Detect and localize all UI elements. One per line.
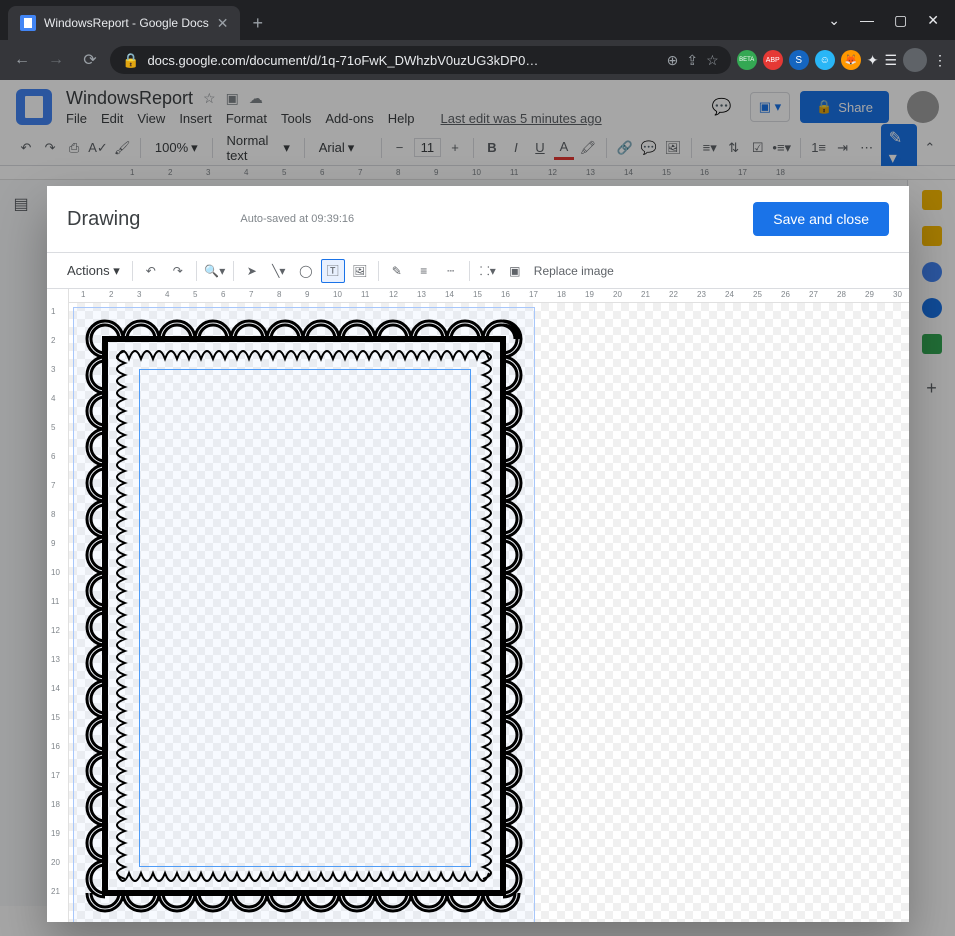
close-tab-icon[interactable]: ✕ — [217, 15, 229, 32]
image-tool-icon[interactable]: 🖼 — [348, 259, 372, 283]
beta-extension-icon[interactable]: BETA — [737, 50, 757, 70]
save-and-close-button[interactable]: Save and close — [753, 202, 889, 236]
redo-icon[interactable]: ↷ — [166, 259, 190, 283]
drawing-toolbar: Actions ▾ ↶ ↷ 🔍▾ ➤ ╲▾ ◯ 🅃 🖼 ✎ ≡ ┄ ⸬▾ ▣ R… — [47, 253, 909, 289]
new-tab-button[interactable]: + — [252, 13, 263, 34]
back-icon[interactable]: ← — [8, 46, 36, 74]
browser-nav-bar: ← → ⟳ 🔒 docs.google.com/document/d/1q-71… — [0, 40, 955, 80]
drawing-header: Drawing Auto-saved at 09:39:16 Save and … — [47, 186, 909, 253]
border-weight-icon[interactable]: ≡ — [412, 259, 436, 283]
abp-extension-icon[interactable]: ABP — [763, 50, 783, 70]
extension-bar: BETA ABP S ☺ 🦊 ✦ ☰ ⋮ — [737, 48, 947, 72]
line-tool-icon[interactable]: ╲▾ — [267, 259, 291, 283]
select-tool-icon[interactable]: ➤ — [240, 259, 264, 283]
textbox-tool-icon[interactable]: 🅃 — [321, 259, 345, 283]
zoom-icon[interactable]: ⊕ — [667, 52, 679, 69]
forward-icon[interactable]: → — [42, 46, 70, 74]
browser-tab[interactable]: WindowsReport - Google Docs ✕ — [8, 6, 240, 40]
canvas-horizontal-ruler[interactable]: 1234567891011121314151617181920212223242… — [69, 289, 909, 303]
share-page-icon[interactable]: ⇪ — [686, 52, 698, 69]
s-extension-icon[interactable]: S — [789, 50, 809, 70]
close-window-icon[interactable]: ✕ — [927, 12, 939, 29]
actions-menu[interactable]: Actions ▾ — [61, 260, 126, 282]
docs-favicon — [20, 15, 36, 31]
reading-list-icon[interactable]: ☰ — [884, 52, 897, 69]
maximize-icon[interactable]: ▢ — [894, 12, 907, 29]
url-bar[interactable]: 🔒 docs.google.com/document/d/1q-71oFwK_D… — [110, 46, 731, 74]
url-text: docs.google.com/document/d/1q-71oFwK_DWh… — [147, 53, 658, 68]
face-extension-icon[interactable]: ☺ — [815, 50, 835, 70]
replace-image-button[interactable]: Replace image — [534, 264, 614, 278]
window-controls: ⌄ — ▢ ✕ — [828, 12, 955, 29]
profile-avatar[interactable] — [903, 48, 927, 72]
chevron-down-icon[interactable]: ⌄ — [828, 12, 840, 29]
tab-title: WindowsReport - Google Docs — [44, 16, 209, 30]
drawing-dialog: Drawing Auto-saved at 09:39:16 Save and … — [47, 186, 909, 922]
border-dash-icon[interactable]: ┄ — [439, 259, 463, 283]
browser-tab-strip: WindowsReport - Google Docs ✕ + ⌄ — ▢ ✕ — [0, 0, 955, 40]
extensions-icon[interactable]: ✦ — [867, 52, 879, 69]
drawing-title: Drawing — [67, 208, 140, 231]
shape-tool-icon[interactable]: ◯ — [294, 259, 318, 283]
mask-tool-icon[interactable]: ▣ — [503, 259, 527, 283]
zoom-tool-icon[interactable]: 🔍▾ — [203, 259, 227, 283]
star-icon[interactable]: ☆ — [706, 52, 719, 69]
browser-menu-icon[interactable]: ⋮ — [933, 52, 947, 69]
textbox-selection[interactable] — [139, 369, 471, 867]
undo-icon[interactable]: ↶ — [139, 259, 163, 283]
canvas-vertical-ruler[interactable]: 123456789101112131415161718192021 — [47, 289, 69, 922]
minimize-icon[interactable]: — — [860, 12, 874, 29]
border-color-icon[interactable]: ✎ — [385, 259, 409, 283]
fox-extension-icon[interactable]: 🦊 — [841, 50, 861, 70]
autosave-status: Auto-saved at 09:39:16 — [240, 213, 354, 225]
reload-icon[interactable]: ⟳ — [76, 46, 104, 74]
crop-tool-icon[interactable]: ⸬▾ — [476, 259, 500, 283]
drawing-canvas[interactable] — [69, 303, 909, 922]
lock-icon: 🔒 — [122, 52, 139, 69]
